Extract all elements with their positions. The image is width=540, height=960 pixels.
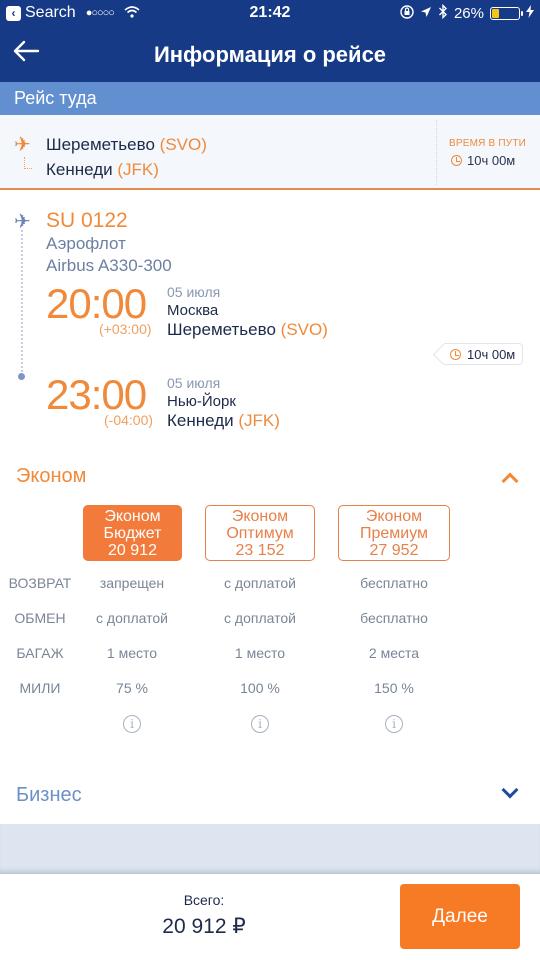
- fare-subname: Бюджет: [103, 525, 162, 542]
- route-summary: ✈ Шереметьево (SVO) Кеннеди (JFK) ВРЕМЯ …: [0, 115, 540, 190]
- aircraft-model: Airbus A330-300: [46, 256, 172, 275]
- charging-icon: [526, 5, 534, 22]
- fare-subname: Оптимум: [226, 525, 294, 542]
- status-bar: ‹ Search ●○○○○ 21:42 26%: [0, 0, 540, 28]
- row-label: МИЛИ: [19, 680, 61, 696]
- cell: с доплатой: [224, 575, 296, 591]
- business-class-title: Бизнес: [16, 784, 82, 806]
- fare-options: Эконом Бюджет 20 912 Эконом Оптимум 23 1…: [0, 505, 540, 563]
- cell: бесплатно: [360, 610, 428, 626]
- route-connector: [24, 157, 32, 169]
- airline-name: Аэрофлот: [46, 234, 126, 253]
- business-class-header[interactable]: Бизнес: [0, 776, 540, 816]
- cell: бесплатно: [360, 575, 428, 591]
- info-icon[interactable]: i: [385, 715, 403, 733]
- arrival-city: Нью-Йорк: [167, 393, 236, 410]
- departure-city: Москва: [167, 302, 219, 319]
- cell: запрещен: [99, 575, 165, 591]
- orientation-lock-icon: [400, 4, 414, 23]
- cell: с доплатой: [224, 610, 296, 626]
- total-duration: 10ч 00м: [451, 153, 515, 168]
- from-airport-name: Шереметьево: [46, 135, 155, 154]
- arrival-airport-code: (JFK): [238, 411, 280, 430]
- clock-icon: [450, 348, 461, 360]
- cell: 2 места: [368, 645, 420, 661]
- content-bottom-spacer: [0, 824, 540, 874]
- fare-price: 27 952: [369, 542, 419, 559]
- departure-airport: Шереметьево (SVO): [167, 320, 328, 340]
- duration-label: ВРЕМЯ В ПУТИ: [449, 138, 527, 149]
- section-header: Рейс туда: [0, 82, 540, 115]
- row-label: ВОЗВРАТ: [8, 575, 72, 591]
- economy-class-title: Эконом: [16, 465, 87, 487]
- battery-percent: 26%: [453, 5, 484, 22]
- arrival-airport: Кеннеди (JFK): [167, 411, 280, 431]
- chevron-up-icon[interactable]: [501, 472, 519, 490]
- to-airport-name: Кеннеди: [46, 160, 113, 179]
- fare-name: Эконом: [365, 508, 423, 525]
- info-icon[interactable]: i: [123, 715, 141, 733]
- next-button[interactable]: Далее: [400, 884, 520, 949]
- flight-segment: ✈ SU 0122 Аэрофлот Airbus A330-300 20:00…: [0, 192, 540, 447]
- arrival-date: 05 июля: [167, 375, 221, 391]
- location-arrow-icon: [420, 5, 432, 22]
- table-row-miles: МИЛИ 75 % 100 % 150 %: [0, 680, 540, 704]
- row-label: ОБМЕН: [14, 610, 66, 626]
- page-title: Информация о рейсе: [153, 42, 387, 67]
- departure-airport-code: (SVO): [280, 320, 328, 339]
- duration-value: 10ч 00м: [467, 153, 516, 168]
- from-airport-code: (SVO): [159, 135, 207, 154]
- battery-icon: [490, 7, 523, 20]
- nav-bar: Информация о рейсе: [0, 28, 540, 82]
- cell: 1 место: [234, 645, 286, 661]
- arrival-airport-name: Кеннеди: [167, 411, 234, 430]
- cell: 75 %: [116, 680, 148, 696]
- route-from: Шереметьево (SVO): [46, 135, 207, 155]
- departure-date: 05 июля: [167, 284, 221, 300]
- cell: с доплатой: [96, 610, 168, 626]
- departure-timezone: (+03:00): [99, 321, 152, 337]
- table-row-refund: ВОЗВРАТ запрещен с доплатой бесплатно: [0, 575, 540, 599]
- total-label: Всего:: [183, 892, 225, 908]
- cell: 1 место: [106, 645, 158, 661]
- departure-airport-name: Шереметьево: [167, 320, 276, 339]
- fare-option-budget[interactable]: Эконом Бюджет 20 912: [83, 505, 182, 561]
- table-row-baggage: БАГАЖ 1 место 1 место 2 места: [0, 645, 540, 669]
- segment-duration-badge: 10ч 00м: [444, 343, 524, 365]
- arrival-timezone: (-04:00): [104, 412, 154, 428]
- segment-duration: 10ч 00м: [467, 346, 516, 362]
- economy-class-header[interactable]: Эконом: [0, 457, 540, 497]
- fare-price: 20 912: [108, 542, 157, 559]
- total-price: 20 912 ₽: [162, 915, 246, 938]
- timeline-dot: [18, 373, 25, 380]
- route-to: Кеннеди (JFK): [46, 160, 159, 180]
- cell: 150 %: [374, 680, 414, 696]
- to-airport-code: (JFK): [117, 160, 159, 179]
- checkout-footer: Всего: 20 912 ₽ Далее: [0, 874, 540, 960]
- fare-option-optimum[interactable]: Эконом Оптимум 23 152: [205, 505, 315, 561]
- plane-icon: ✈: [14, 134, 31, 156]
- bluetooth-icon: [438, 3, 448, 23]
- flight-number: SU 0122: [46, 209, 128, 232]
- fare-subname: Премиум: [359, 525, 429, 542]
- divider: [436, 120, 437, 185]
- fare-option-premium[interactable]: Эконом Премиум 27 952: [338, 505, 450, 561]
- chevron-down-icon[interactable]: [501, 781, 519, 799]
- fare-name: Эконом: [231, 508, 289, 525]
- timeline-line: [21, 230, 23, 372]
- cell: 100 %: [240, 680, 280, 696]
- clock-icon: [451, 155, 462, 166]
- fare-price: 23 152: [235, 542, 285, 559]
- fare-name: Эконом: [104, 508, 161, 525]
- row-label: БАГАЖ: [16, 645, 64, 661]
- table-row-exchange: ОБМЕН с доплатой с доплатой бесплатно: [0, 610, 540, 634]
- info-icon[interactable]: i: [251, 715, 269, 733]
